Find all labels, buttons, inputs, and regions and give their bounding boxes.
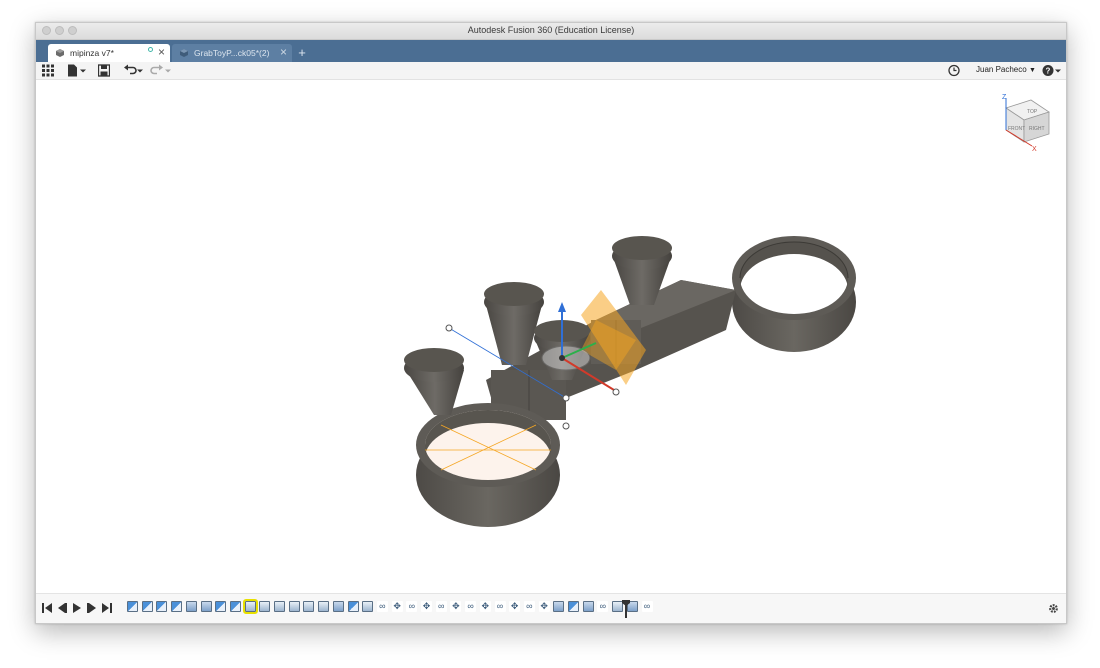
help-icon[interactable]: ? <box>1042 64 1062 77</box>
clock-icon[interactable] <box>948 64 960 77</box>
new-tab-button[interactable]: + <box>294 46 310 61</box>
previous-icon[interactable] <box>57 603 67 613</box>
timeline-feature-sketch[interactable] <box>215 601 227 612</box>
app-window: Autodesk Fusion 360 (Education License) … <box>35 22 1067 624</box>
component-icon <box>180 49 188 57</box>
timeline-feature-sketch[interactable] <box>156 601 168 612</box>
gear-icon[interactable] <box>1048 603 1059 614</box>
close-tab-icon[interactable]: × <box>158 45 165 59</box>
axis-x-label: X <box>1032 146 1037 153</box>
timeline-feature-move[interactable]: ✥ <box>479 601 491 612</box>
sync-status-icon <box>148 47 153 52</box>
play-icon[interactable] <box>72 603 82 613</box>
undo-icon[interactable] <box>124 64 144 77</box>
timeline-marker[interactable] <box>622 600 630 618</box>
timeline-feature-extrude[interactable] <box>553 601 565 612</box>
timeline-feature-extrude[interactable] <box>185 601 197 612</box>
close-tab-icon[interactable]: × <box>280 45 287 59</box>
tab-grabtoy[interactable]: GrabToyP...ck05*(2) × <box>172 44 292 62</box>
timeline-feature-body[interactable] <box>259 601 271 612</box>
timeline-feature-body[interactable] <box>362 601 374 612</box>
timeline-feature-sketch[interactable] <box>127 601 138 612</box>
svg-text:?: ? <box>1046 67 1051 76</box>
application-toolbar: Juan Pacheco ▼ ? <box>36 62 1066 80</box>
timeline-feature-move[interactable]: ✥ <box>450 601 462 612</box>
timeline-feature-extrude[interactable] <box>332 601 344 612</box>
cone-peg-2[interactable] <box>484 282 544 365</box>
timeline-feature-sketch[interactable] <box>141 601 153 612</box>
axis-z-label: Z <box>1002 94 1007 101</box>
timeline-feature-move[interactable]: ✥ <box>538 601 550 612</box>
grid-icon[interactable] <box>42 64 54 77</box>
timeline-feature-joint[interactable]: ∞ <box>523 601 535 612</box>
redo-icon[interactable] <box>149 64 171 77</box>
timeline-feature-move[interactable]: ✥ <box>509 601 521 612</box>
model-canvas[interactable]: TOP FRONT RIGHT Z X <box>36 80 1066 593</box>
timeline-feature-move[interactable]: ✥ <box>421 601 432 612</box>
timeline-bar: ∞ ✥ ∞ ✥ ∞ ✥ ∞ ✥ ∞ ✥ ∞ ✥ ∞ ∞ <box>36 593 1066 623</box>
component-icon <box>56 49 64 57</box>
timeline-feature-sketch[interactable] <box>347 601 359 612</box>
document-tab-bar: mipinza v7* × GrabToyP...ck05*(2) × + <box>36 40 1066 62</box>
timeline-feature-joint[interactable]: ∞ <box>597 601 609 612</box>
timeline-feature-joint[interactable]: ∞ <box>406 601 418 612</box>
chevron-down-icon: ▼ <box>1028 67 1036 74</box>
timeline-feature-body[interactable] <box>318 601 330 612</box>
timeline-feature-body[interactable] <box>303 601 315 612</box>
timeline-feature-joint[interactable]: ∞ <box>641 601 653 612</box>
tab-mipinza[interactable]: mipinza v7* × <box>48 44 170 62</box>
timeline-feature-body[interactable] <box>242 599 258 614</box>
user-name: Juan Pacheco <box>976 65 1027 74</box>
viewcube-right-label: RIGHT <box>1029 126 1045 132</box>
timeline-feature-body[interactable] <box>274 601 285 612</box>
timeline-feature-joint[interactable]: ∞ <box>465 601 477 612</box>
timeline-feature-sketch[interactable] <box>568 601 579 612</box>
canvas-viewport[interactable]: TOP FRONT RIGHT Z X <box>36 80 1066 593</box>
tab-label: GrabToyP...ck05*(2) <box>194 48 270 58</box>
viewcube-top-label: TOP <box>1027 109 1038 115</box>
timeline-feature-joint[interactable]: ∞ <box>494 601 506 612</box>
viewcube-front-label: FRONT <box>1008 126 1025 132</box>
timeline-feature-joint[interactable]: ∞ <box>376 601 388 612</box>
right-ring[interactable] <box>732 236 856 352</box>
timeline-feature-joint[interactable]: ∞ <box>435 601 447 612</box>
title-bar: Autodesk Fusion 360 (Education License) <box>36 23 1066 40</box>
timeline-feature-sketch[interactable] <box>229 601 241 612</box>
user-menu[interactable]: Juan Pacheco ▼ <box>976 65 1036 74</box>
window-title: Autodesk Fusion 360 (Education License) <box>467 25 635 35</box>
next-icon[interactable] <box>87 603 97 613</box>
first-icon[interactable] <box>42 603 52 613</box>
tab-label: mipinza v7* <box>70 48 114 58</box>
left-ring[interactable] <box>416 403 560 527</box>
save-icon[interactable] <box>98 64 110 77</box>
last-icon[interactable] <box>102 603 112 613</box>
timeline-feature-extrude[interactable] <box>582 601 594 612</box>
timeline-feature-sketch[interactable] <box>171 601 183 612</box>
view-cube[interactable]: TOP FRONT RIGHT Z X <box>1002 94 1050 153</box>
timeline-feature-body[interactable] <box>288 601 300 612</box>
timeline-feature-extrude[interactable] <box>200 601 212 612</box>
cone-peg-1[interactable] <box>404 348 464 415</box>
timeline-feature-move[interactable]: ✥ <box>391 601 403 612</box>
file-icon[interactable] <box>67 64 87 77</box>
